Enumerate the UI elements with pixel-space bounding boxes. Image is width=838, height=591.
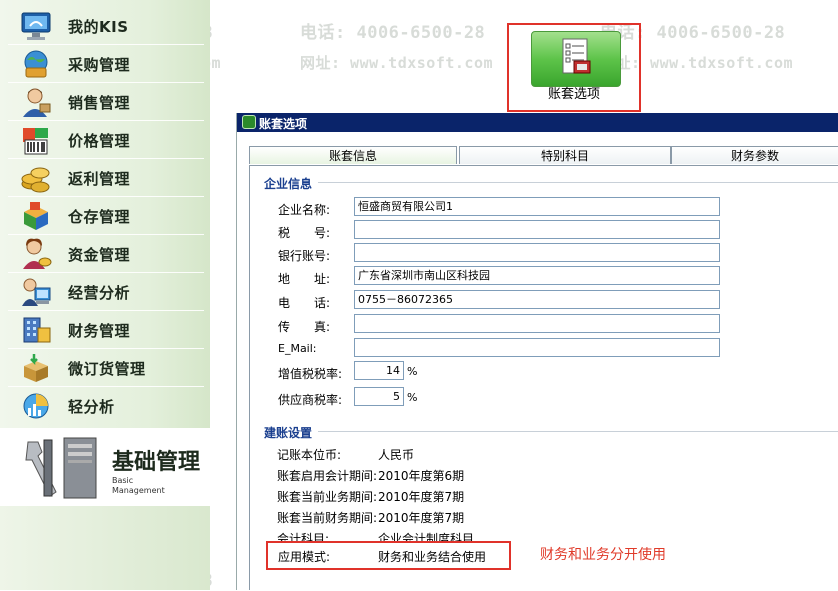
sidebar-item-analysis[interactable]: 经营分析 [0, 273, 210, 311]
sidebar-item-warehouse[interactable]: 仓存管理 [0, 197, 210, 235]
sidebar-item-label: 我的KIS [68, 17, 129, 36]
coins-icon [20, 162, 52, 194]
tab-label: 特别科目 [540, 149, 589, 163]
sidebar-item-label: 采购管理 [68, 55, 131, 74]
active-section-subtitle: Basic Management [112, 476, 165, 496]
tab-label: 财务参数 [730, 149, 779, 163]
dialog-tabs: 账套信息 特别科目 财务参数 [249, 146, 838, 165]
tab-special-accounts[interactable]: 特别科目 [459, 146, 671, 164]
subtitle-line: Management [112, 486, 165, 495]
sidebar-item-finance[interactable]: 财务管理 [0, 311, 210, 349]
watermark-phone: 电话: 4006-6500-28 [300, 23, 486, 43]
sidebar-item-price[interactable]: 价格管理 [0, 121, 210, 159]
annotation-note: 财务和业务分开使用 [540, 547, 666, 563]
account-options-button-label: 账套选项 [547, 87, 600, 102]
sidebar-item-light-analysis[interactable]: 轻分析 [0, 387, 210, 425]
sidebar: 我的KIS 采购管理 销售管理 价格管理 返利管理 仓存管理 资金管理 经营分析… [0, 0, 210, 590]
sidebar-item-label: 价格管理 [68, 131, 131, 150]
tab-label: 账套信息 [328, 149, 377, 163]
active-section-title: 基础管理 [112, 450, 201, 475]
account-options-dialog: 账套选项 账套信息 特别科目 财务参数 [236, 113, 838, 590]
checklist-icon [560, 37, 594, 77]
dialog-title: 账套选项 [259, 117, 308, 131]
sidebar-item-label: 返利管理 [68, 169, 131, 188]
application-mode-value: 财务和业务结合使用 [378, 550, 487, 564]
tab-finance-params[interactable]: 财务参数 [671, 146, 838, 164]
subtitle-line: Basic [112, 476, 134, 485]
sidebar-item-label: 微订货管理 [68, 359, 146, 378]
sidebar-item-label: 仓存管理 [68, 207, 131, 226]
sidebar-item-label: 财务管理 [68, 321, 131, 340]
sidebar-item-my-kis[interactable]: 我的KIS [0, 7, 210, 45]
finance-building-icon [20, 314, 52, 346]
analyst-icon [20, 276, 52, 308]
tab-panel-account-info [249, 165, 838, 590]
sidebar-item-sales[interactable]: 销售管理 [0, 83, 210, 121]
salesperson-icon [20, 86, 52, 118]
sidebar-item-label: 轻分析 [68, 397, 115, 416]
warehouse-boxes-icon [20, 200, 52, 232]
tab-account-info[interactable]: 账套信息 [249, 146, 457, 164]
sidebar-item-label: 资金管理 [68, 245, 131, 264]
sidebar-item-micro-order[interactable]: 微订货管理 [0, 349, 210, 387]
pie-chart-icon [20, 390, 52, 422]
price-tag-icon [20, 124, 52, 156]
app-icon [242, 115, 256, 129]
watermark-site: 网址: www.tdxsoft.com [300, 54, 494, 72]
globe-cart-icon [20, 48, 52, 80]
toolbar-highlight-box: 账套选项 [507, 23, 641, 112]
sidebar-bottom-area [0, 506, 210, 590]
money-person-icon [20, 238, 52, 270]
sidebar-item-label: 销售管理 [68, 93, 131, 112]
sidebar-item-purchase[interactable]: 采购管理 [0, 45, 210, 83]
dialog-titlebar[interactable]: 账套选项 [237, 113, 838, 132]
tools-computer-icon [24, 436, 106, 502]
application-mode-label: 应用模式: [278, 550, 331, 564]
sidebar-active-basic-management[interactable]: 基础管理 Basic Management [0, 428, 210, 506]
monitor-icon [20, 10, 52, 42]
sidebar-item-fund[interactable]: 资金管理 [0, 235, 210, 273]
sidebar-item-rebate[interactable]: 返利管理 [0, 159, 210, 197]
application-mode-highlight: 应用模式: 财务和业务结合使用 [266, 541, 511, 570]
account-options-button[interactable] [531, 31, 621, 87]
sidebar-item-label: 经营分析 [68, 283, 131, 302]
order-box-icon [20, 352, 52, 384]
